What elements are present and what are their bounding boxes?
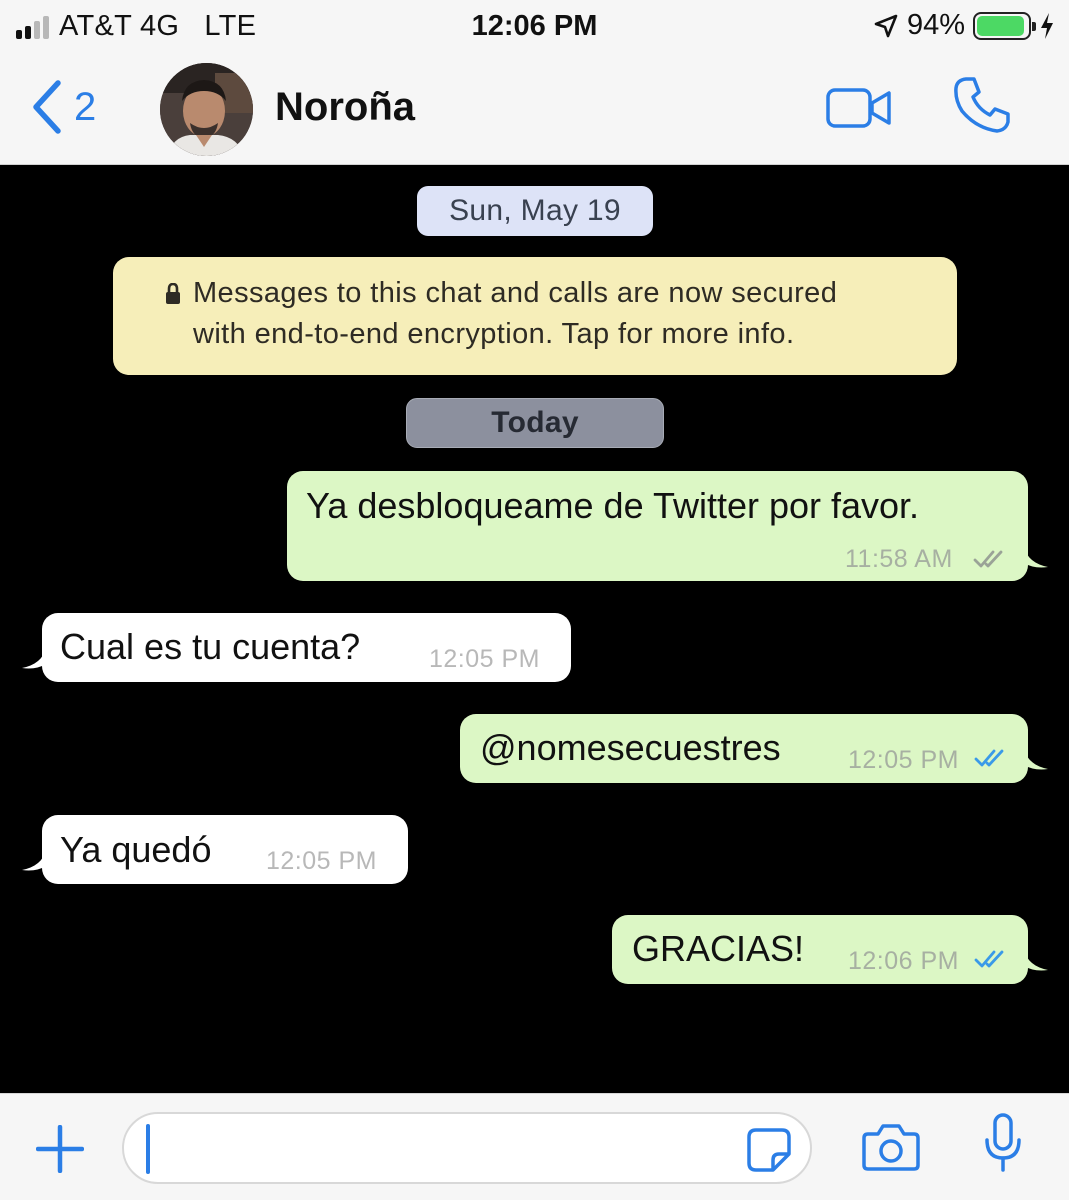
unread-count: 2 (74, 84, 97, 129)
voice-call-button[interactable] (952, 75, 1012, 140)
message-time: 12:05 PM (266, 847, 378, 875)
encryption-notice[interactable]: Messages to this chat and calls are now … (113, 257, 957, 375)
status-right: 94% (873, 9, 1055, 42)
chat-area[interactable]: Sun, May 19 Messages to this chat and ca… (0, 165, 1069, 1093)
attach-button[interactable] (35, 1124, 85, 1178)
voice-message-button[interactable] (983, 1112, 1023, 1179)
message-text: @nomesecuestres (480, 727, 781, 768)
charging-bolt-icon (1041, 12, 1053, 39)
video-call-button[interactable] (826, 87, 892, 134)
bubble-tail (1024, 950, 1048, 971)
message-text: GRACIAS! (632, 928, 805, 969)
message-bubble-outgoing[interactable]: @nomesecuestres 12:05 PM (460, 714, 1048, 783)
message-time: 12:05 PM (429, 645, 541, 673)
bubble-tail (1024, 547, 1048, 568)
contact-avatar[interactable] (160, 63, 253, 156)
location-arrow-icon (874, 14, 898, 37)
chat-header: 2 Noroña (0, 55, 1069, 165)
text-cursor (146, 1124, 150, 1174)
message-time: 12:05 PM (848, 746, 960, 774)
delivered-ticks-icon (973, 550, 1003, 568)
sticker-icon (747, 1128, 791, 1172)
date-divider-today: Today (406, 398, 664, 448)
message-input-bar (0, 1093, 1069, 1200)
battery-percent: 94% (906, 9, 965, 41)
message-time: 11:58 AM (845, 545, 953, 573)
microphone-icon (985, 1113, 1021, 1172)
message-text: Cual es tu cuenta? (60, 626, 361, 667)
battery-icon (973, 11, 1036, 40)
message-time: 12:06 PM (848, 947, 960, 975)
avatar-photo (160, 63, 253, 156)
message-bubble-outgoing[interactable]: GRACIAS! 12:06 PM (612, 915, 1048, 984)
status-bar: AT&T 4G LTE 12:06 PM 94% (0, 0, 1069, 55)
contact-name[interactable]: Noroña (275, 85, 415, 130)
bubble-tail (22, 850, 46, 871)
message-text: Ya quedó (60, 829, 212, 870)
read-ticks-icon (974, 950, 1004, 968)
bubble-tail (1024, 749, 1048, 770)
back-button[interactable]: 2 (30, 79, 96, 135)
video-call-icon (826, 88, 891, 128)
bubble-tail (22, 648, 46, 669)
encryption-line-1: Messages to this chat and calls are now … (193, 277, 838, 309)
camera-icon (862, 1124, 920, 1171)
read-ticks-icon (974, 749, 1004, 767)
message-text: Ya desbloqueame de Twitter por favor. (306, 485, 920, 526)
lock-icon (166, 283, 180, 304)
plus-icon (35, 1124, 85, 1174)
message-input[interactable] (122, 1112, 812, 1184)
encryption-line-2: with end-to-end encryption. Tap for more… (193, 318, 795, 350)
message-bubble-incoming[interactable]: Ya quedó 12:05 PM (22, 815, 408, 884)
sticker-button[interactable] (746, 1127, 792, 1178)
message-bubble-incoming[interactable]: Cual es tu cuenta? 12:05 PM (22, 613, 571, 682)
battery-fill (977, 15, 1024, 36)
camera-button[interactable] (862, 1123, 920, 1176)
message-bubble-outgoing[interactable]: Ya desbloqueame de Twitter por favor. 11… (287, 471, 1048, 581)
back-chevron-icon (33, 80, 61, 134)
phone-icon (954, 77, 1010, 133)
battery-nub (1032, 21, 1036, 31)
date-divider-sunday: Sun, May 19 (417, 186, 653, 236)
